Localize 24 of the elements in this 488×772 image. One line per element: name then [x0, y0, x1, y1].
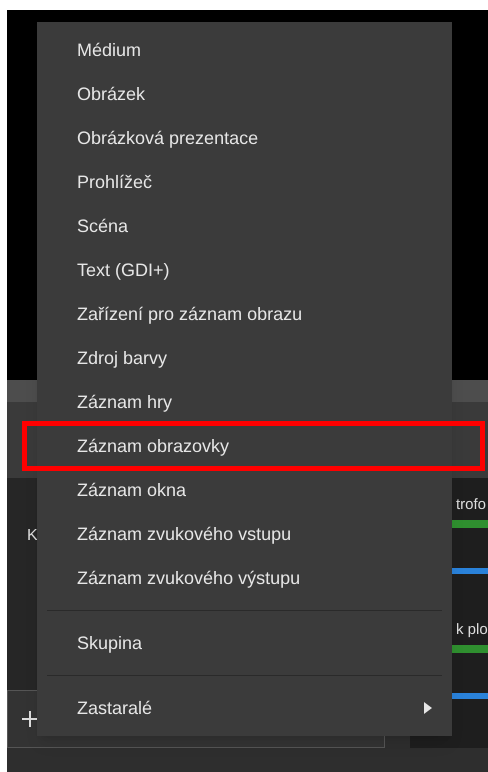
volume-meter: [450, 645, 488, 653]
menu-item[interactable]: Scéna: [37, 204, 452, 248]
menu-item[interactable]: Text (GDI+): [37, 248, 452, 292]
menu-item[interactable]: Obrázek: [37, 72, 452, 116]
menu-item[interactable]: Skupina: [37, 621, 452, 665]
channel-name: k plo: [455, 621, 488, 639]
submenu-item[interactable]: Zastaralé: [37, 686, 452, 730]
channel-name: trofo: [455, 496, 488, 514]
menu-item[interactable]: Záznam zvukového vstupu: [37, 512, 452, 556]
source-label: K: [27, 526, 38, 546]
menu-item[interactable]: Médium: [37, 28, 452, 72]
menu-item[interactable]: Záznam okna: [37, 468, 452, 512]
volume-slider[interactable]: [450, 693, 488, 699]
volume-meter: [450, 520, 488, 528]
menu-item[interactable]: Zdroj barvy: [37, 336, 452, 380]
volume-slider[interactable]: [450, 568, 488, 574]
menu-item[interactable]: Obrázková prezentace: [37, 116, 452, 160]
menu-item[interactable]: Záznam obrazovky: [37, 424, 452, 468]
menu-item[interactable]: Záznam hry: [37, 380, 452, 424]
menu-item[interactable]: Zařízení pro záznam obrazu: [37, 292, 452, 336]
menu-item[interactable]: Prohlížeč: [37, 160, 452, 204]
submenu-arrow-icon: [424, 702, 432, 714]
menu-item[interactable]: Záznam zvukového výstupu: [37, 556, 452, 600]
plus-icon[interactable]: [20, 709, 40, 729]
